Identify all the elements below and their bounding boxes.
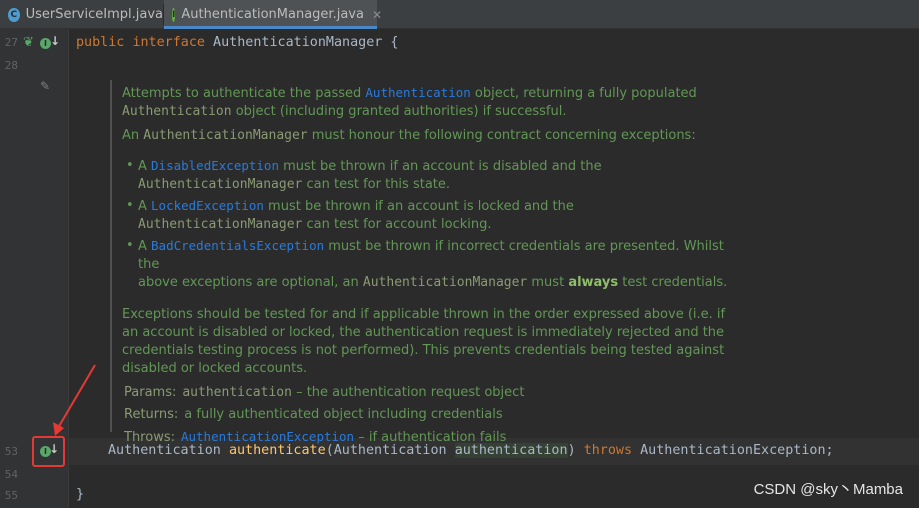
tab-user-service-impl[interactable]: C UserServiceImpl.java bbox=[0, 0, 163, 29]
keyword: throws bbox=[583, 443, 633, 458]
list-item: A LockedException must be thrown if an a… bbox=[122, 197, 742, 234]
tab-authentication-manager[interactable]: I AuthenticationManager.java ✕ bbox=[164, 0, 382, 29]
doc-paragraph: An AuthenticationManager must honour the… bbox=[122, 128, 696, 143]
editor-tab-bar: C UserServiceImpl.java I AuthenticationM… bbox=[0, 0, 919, 29]
method-name: authenticate bbox=[228, 443, 326, 458]
code-line-53: Authentication authenticate(Authenticati… bbox=[108, 443, 834, 458]
close-icon[interactable]: ✕ bbox=[372, 8, 382, 22]
watermark-text: CSDN @sky丶Mamba bbox=[753, 481, 903, 498]
doc-link[interactable]: DisabledException bbox=[151, 158, 279, 173]
interface-icon: I bbox=[172, 7, 176, 22]
doc-exception-list: A DisabledException must be thrown if an… bbox=[122, 157, 742, 292]
tab-label: AuthenticationManager.java bbox=[181, 7, 364, 22]
annotation-highlight-box bbox=[32, 436, 65, 467]
doc-link[interactable]: BadCredentialsException bbox=[151, 238, 324, 253]
doc-link[interactable]: LockedException bbox=[151, 198, 264, 213]
list-item: A DisabledException must be thrown if an… bbox=[122, 157, 742, 194]
line-number: 53 bbox=[4, 445, 18, 458]
doc-link[interactable]: AuthenticationException bbox=[181, 429, 354, 444]
list-item: A BadCredentialsException must be thrown… bbox=[122, 237, 742, 292]
line-number: 54 bbox=[4, 468, 18, 481]
doc-paragraph: Exceptions should be tested for and if a… bbox=[122, 307, 726, 376]
doc-paragraph: Attempts to authenticate the passed Auth… bbox=[122, 85, 697, 119]
line-number: 55 bbox=[4, 489, 18, 502]
interface-name: AuthenticationManager { bbox=[205, 35, 399, 50]
doc-params: Params: authentication – the authenticati… bbox=[124, 385, 525, 400]
parameter-name: authentication bbox=[454, 443, 568, 458]
class-icon: C bbox=[8, 7, 20, 22]
doc-returns: Returns: a fully authenticated object inc… bbox=[124, 407, 503, 422]
keyword: public bbox=[76, 35, 125, 50]
code-line-27: public interface AuthenticationManager { bbox=[76, 35, 398, 50]
edit-doc-icon[interactable]: ✎ bbox=[40, 79, 50, 93]
line-number: 28 bbox=[4, 59, 18, 72]
down-arrow-icon[interactable]: ↓ bbox=[50, 34, 60, 48]
tab-label: UserServiceImpl.java bbox=[25, 7, 163, 22]
keyword: interface bbox=[132, 35, 205, 50]
doc-link[interactable]: Authentication bbox=[365, 85, 470, 100]
doc-render-bar bbox=[110, 80, 112, 432]
code-line-55: } bbox=[76, 487, 85, 502]
spring-bean-icon[interactable]: ❦ bbox=[23, 35, 34, 50]
rendered-javadoc[interactable]: Attempts to authenticate the passed Auth… bbox=[122, 84, 742, 451]
line-number: 27 bbox=[4, 36, 18, 49]
